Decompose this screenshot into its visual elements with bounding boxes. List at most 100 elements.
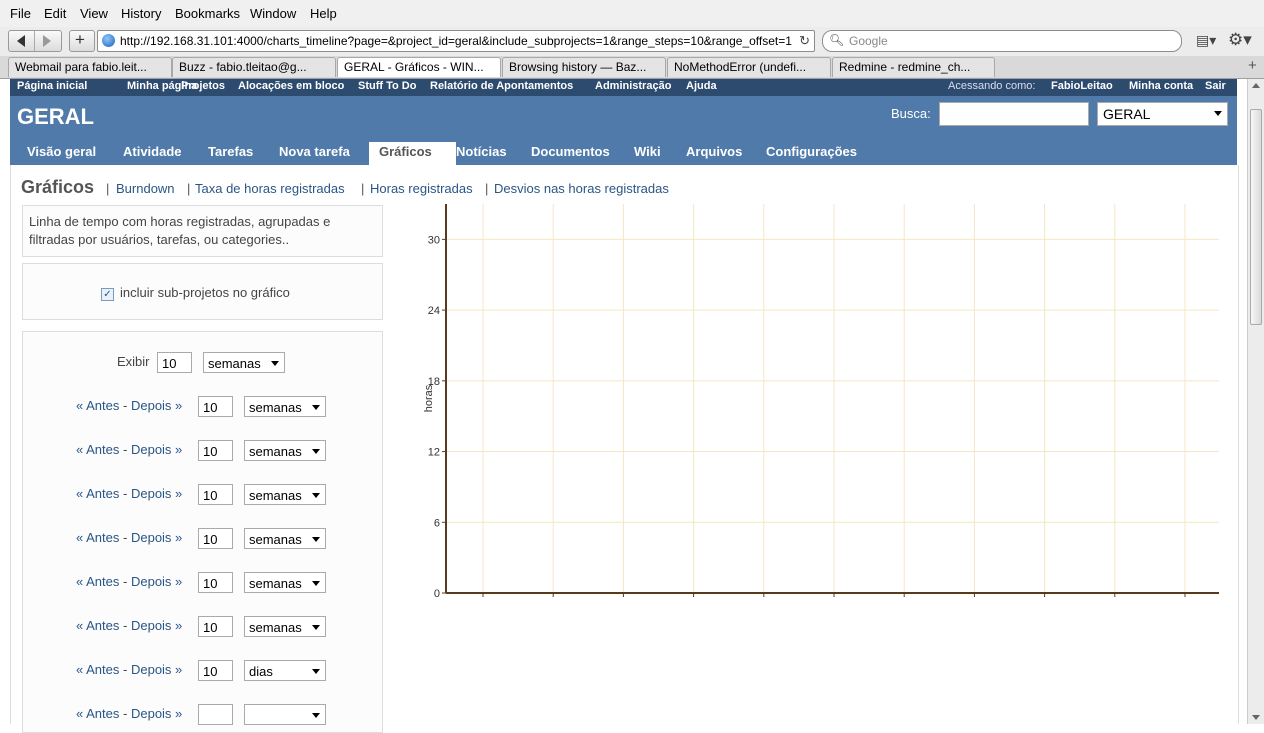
menu-bookmarks[interactable]: Bookmarks <box>175 6 240 21</box>
prev-link[interactable]: « Antes <box>76 442 119 457</box>
topmenu-link[interactable]: Relatório de Apontamentos <box>430 80 573 92</box>
chart-link[interactable]: Horas registradas <box>370 181 473 196</box>
browser-tab-bar: + Webmail para fabio.leit... Buzz - fabio… <box>0 56 1264 79</box>
unit-select[interactable]: semanas <box>244 528 326 549</box>
browser-search-field[interactable]: 🔍︎ Google <box>822 30 1182 52</box>
range-offset-input[interactable]: 10 <box>198 528 233 549</box>
unit-select[interactable]: semanas <box>244 440 326 461</box>
range-offset-input[interactable]: 10 <box>198 396 233 417</box>
page-menu-icon[interactable]: ▤▾ <box>1196 32 1216 49</box>
chart-link[interactable]: Burndown <box>116 181 175 196</box>
unit-select[interactable]: dias <box>244 660 326 681</box>
range-offset-input[interactable] <box>198 704 233 725</box>
tab-0[interactable]: Visão geral <box>27 144 96 159</box>
prev-link[interactable]: « Antes <box>76 486 119 501</box>
show-label: Exibir <box>117 354 150 369</box>
project-jump-select[interactable]: GERAL <box>1097 102 1228 126</box>
scroll-down-icon[interactable] <box>1252 715 1260 720</box>
tab-4[interactable]: Gráficos <box>379 144 432 159</box>
search-label: Busca: <box>891 106 931 121</box>
address-bar[interactable]: http://192.168.31.101:4000/charts_timeli… <box>97 30 815 52</box>
description-text: Linha de tempo com horas registradas, ag… <box>29 214 331 247</box>
tab-5[interactable]: Notícias <box>456 144 507 159</box>
menu-edit[interactable]: Edit <box>44 6 66 21</box>
subprojects-checkbox[interactable]: ✓ <box>101 288 114 301</box>
range-offset-input[interactable]: 10 <box>198 484 233 505</box>
show-steps-input[interactable]: 10 <box>157 352 192 373</box>
vertical-scrollbar[interactable] <box>1247 79 1264 724</box>
next-link[interactable]: Depois » <box>131 486 182 501</box>
unit-select[interactable]: semanas <box>244 396 326 417</box>
logout-link[interactable]: Sair <box>1205 80 1226 92</box>
gear-icon[interactable]: ⚙▾ <box>1228 30 1252 50</box>
unit-select-value: semanas <box>249 444 302 459</box>
next-link[interactable]: Depois » <box>131 574 182 589</box>
reload-icon[interactable]: ↻ <box>799 33 810 49</box>
scroll-up-icon[interactable] <box>1252 83 1260 88</box>
browser-tab[interactable]: NoMethodError (undefi... <box>667 57 831 77</box>
menu-history[interactable]: History <box>121 6 161 21</box>
topmenu-link[interactable]: Página inicial <box>17 80 87 92</box>
project-header: GERAL Busca: GERAL Visão geral Atividade T… <box>10 96 1237 165</box>
chevron-down-icon <box>312 493 320 498</box>
next-link[interactable]: Depois » <box>131 618 182 633</box>
prev-link[interactable]: « Antes <box>76 618 119 633</box>
tab-7[interactable]: Wiki <box>634 144 661 159</box>
user-link[interactable]: FabioLeitao <box>1051 80 1113 92</box>
unit-select[interactable]: semanas <box>244 572 326 593</box>
timeline-chart: 06121824306 - 12 Dec 0920 - 26 Dec 093 -… <box>423 204 1219 599</box>
tab-6[interactable]: Documentos <box>531 144 610 159</box>
new-tab-icon[interactable]: + <box>1248 57 1257 74</box>
menu-file[interactable]: File <box>10 6 31 21</box>
range-offset-input[interactable]: 10 <box>198 440 233 461</box>
dash: - <box>123 486 128 501</box>
unit-select[interactable]: semanas <box>244 484 326 505</box>
add-bookmark-button[interactable]: + <box>69 30 95 52</box>
chart-link[interactable]: Taxa de horas registradas <box>195 181 345 196</box>
menu-help[interactable]: Help <box>310 6 337 21</box>
tab-9[interactable]: Configurações <box>766 144 857 159</box>
range-offset-input[interactable]: 10 <box>198 616 233 637</box>
menu-window[interactable]: Window <box>250 6 296 21</box>
topmenu-link[interactable]: Administração <box>595 80 671 92</box>
browser-tab[interactable]: Browsing history — Baz... <box>502 57 666 77</box>
topmenu-link[interactable]: Ajuda <box>686 80 717 92</box>
chevron-down-icon <box>312 405 320 410</box>
browser-tab[interactable]: GERAL - Gráficos - WIN... <box>337 57 501 77</box>
my-account-link[interactable]: Minha conta <box>1129 80 1193 92</box>
prev-link[interactable]: « Antes <box>76 662 119 677</box>
next-link[interactable]: Depois » <box>131 398 182 413</box>
tab-1[interactable]: Atividade <box>123 144 182 159</box>
range-offset-input[interactable]: 10 <box>198 660 233 681</box>
browser-tab[interactable]: Webmail para fabio.leit... <box>8 57 172 77</box>
browser-tab[interactable]: Buzz - fabio.tleitao@g... <box>172 57 336 77</box>
browser-tab[interactable]: Redmine - redmine_ch... <box>832 57 995 77</box>
next-link[interactable]: Depois » <box>131 706 182 721</box>
prev-link[interactable]: « Antes <box>76 706 119 721</box>
next-link[interactable]: Depois » <box>131 442 182 457</box>
back-icon[interactable] <box>17 35 25 47</box>
prev-link[interactable]: « Antes <box>76 574 119 589</box>
prev-link[interactable]: « Antes <box>76 530 119 545</box>
topmenu-link[interactable]: Alocações em bloco <box>238 80 344 92</box>
url-text[interactable]: http://192.168.31.101:4000/charts_timeli… <box>120 34 792 48</box>
unit-select[interactable]: semanas <box>244 616 326 637</box>
topmenu-link[interactable]: Stuff To Do <box>358 80 416 92</box>
next-link[interactable]: Depois » <box>131 530 182 545</box>
forward-icon[interactable] <box>43 35 51 47</box>
tab-8[interactable]: Arquivos <box>686 144 742 159</box>
prev-link[interactable]: « Antes <box>76 398 119 413</box>
scrollbar-thumb[interactable] <box>1250 109 1262 325</box>
topmenu-link[interactable]: Projetos <box>181 80 225 92</box>
tab-2[interactable]: Tarefas <box>208 144 253 159</box>
back-forward-buttons[interactable] <box>8 30 62 52</box>
chart-link[interactable]: Desvios nas horas registradas <box>494 181 669 196</box>
next-link[interactable]: Depois » <box>131 662 182 677</box>
search-input[interactable] <box>939 102 1089 126</box>
tab-3[interactable]: Nova tarefa <box>279 144 350 159</box>
chevron-down-icon <box>312 581 320 586</box>
unit-select[interactable]: semanas <box>203 352 285 373</box>
unit-select[interactable] <box>244 704 326 725</box>
menu-view[interactable]: View <box>80 6 108 21</box>
range-offset-input[interactable]: 10 <box>198 572 233 593</box>
